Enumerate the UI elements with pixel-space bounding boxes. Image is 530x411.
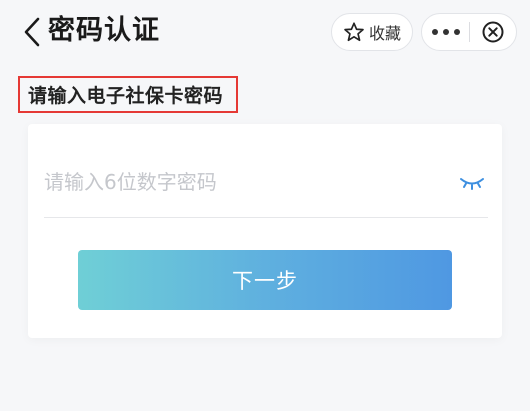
page-title: 密码认证 xyxy=(48,15,160,46)
section-label: 请输入电子社保卡密码 xyxy=(18,76,238,113)
next-step-button[interactable]: 下一步 xyxy=(78,250,452,310)
favorite-button[interactable]: 收藏 xyxy=(331,13,413,51)
toggle-visibility-button[interactable] xyxy=(458,172,486,194)
password-auth-page: 密码认证 收藏 请输入电子社保卡密码 下一步 xyxy=(0,0,530,411)
back-button[interactable] xyxy=(18,14,46,50)
close-circle-icon xyxy=(482,21,503,43)
chevron-left-icon xyxy=(24,17,40,47)
more-button[interactable] xyxy=(423,14,469,50)
star-icon xyxy=(344,22,364,42)
mini-program-capsule xyxy=(421,13,517,51)
password-card: 下一步 xyxy=(28,124,502,338)
password-input-row xyxy=(44,152,488,218)
password-input[interactable] xyxy=(44,162,444,202)
close-button[interactable] xyxy=(470,14,516,50)
more-dots-icon xyxy=(431,29,438,35)
favorite-label: 收藏 xyxy=(368,24,401,43)
nav-bar: 密码认证 收藏 xyxy=(0,0,530,66)
eye-closed-icon xyxy=(460,178,484,190)
